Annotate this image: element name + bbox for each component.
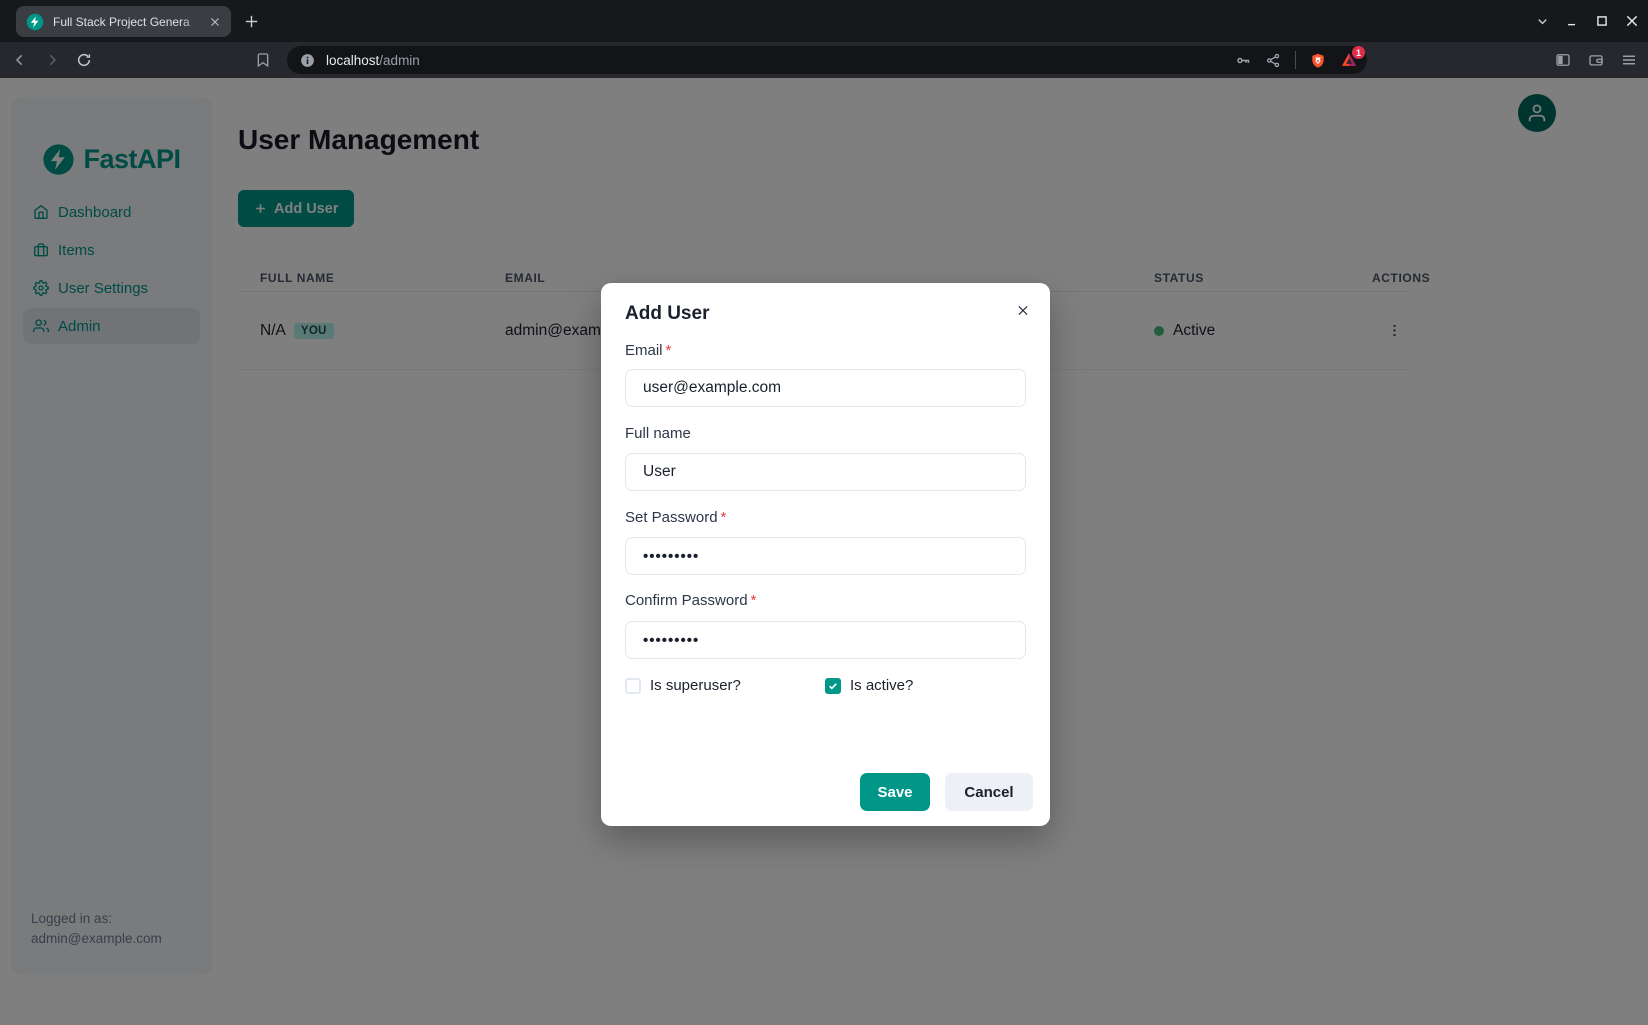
maximize-button[interactable]	[1594, 13, 1610, 29]
checkbox-row: Is superuser? Is active?	[625, 677, 1025, 694]
page-viewport: FastAPI Dashboard Items	[0, 78, 1648, 1025]
new-tab-button[interactable]	[243, 13, 260, 30]
site-info-icon[interactable]	[299, 52, 316, 69]
sidebar-panel-icon[interactable]	[1554, 51, 1572, 69]
is-superuser-checkbox[interactable]: Is superuser?	[625, 677, 825, 694]
is-active-label: Is active?	[850, 677, 913, 694]
url-text: localhost/admin	[326, 53, 420, 68]
minimize-button[interactable]	[1564, 13, 1580, 29]
save-button[interactable]: Save	[860, 773, 930, 811]
url-path: /admin	[379, 53, 420, 68]
wallet-icon[interactable]	[1587, 51, 1605, 69]
key-icon[interactable]	[1235, 52, 1252, 69]
confirm-password-field[interactable]	[625, 621, 1026, 659]
reload-button[interactable]	[76, 52, 92, 68]
url-host: localhost	[326, 53, 379, 68]
check-icon	[828, 681, 838, 691]
confirm-password-label: Confirm Password*	[625, 592, 756, 609]
tab-close-icon[interactable]	[207, 14, 223, 30]
add-user-modal: Add User Email* Full name Set Password* …	[601, 283, 1050, 826]
checkbox-box[interactable]	[825, 678, 841, 694]
email-label: Email*	[625, 342, 671, 359]
browser-tab[interactable]: Full Stack Project Genera	[16, 6, 231, 37]
set-password-field[interactable]	[625, 537, 1026, 575]
window-controls	[1534, 0, 1648, 42]
required-asterisk: *	[751, 592, 757, 609]
back-button[interactable]	[12, 52, 28, 68]
modal-close-icon[interactable]	[1010, 297, 1036, 323]
is-superuser-label: Is superuser?	[650, 677, 741, 694]
is-active-checkbox[interactable]: Is active?	[825, 677, 1025, 694]
close-window-button[interactable]	[1624, 13, 1640, 29]
full-name-label: Full name	[625, 425, 691, 442]
bookmark-icon[interactable]	[255, 52, 271, 68]
modal-title: Add User	[625, 303, 709, 325]
brave-shield-icon[interactable]	[1309, 52, 1326, 69]
url-bar[interactable]: localhost/admin 1	[287, 46, 1367, 74]
full-name-field[interactable]	[625, 453, 1026, 491]
browser-toolbar: localhost/admin 1	[0, 42, 1648, 78]
tab-search-chevron-down-icon[interactable]	[1534, 13, 1550, 29]
required-asterisk: *	[666, 342, 672, 359]
tab-title-fade	[181, 6, 207, 37]
cancel-button[interactable]: Cancel	[945, 773, 1033, 811]
checkbox-box[interactable]	[625, 678, 641, 694]
menu-icon[interactable]	[1620, 51, 1638, 69]
modal-actions: Save Cancel	[860, 773, 1033, 811]
toolbar-divider	[1295, 51, 1296, 69]
share-icon[interactable]	[1265, 52, 1282, 69]
forward-button[interactable]	[44, 52, 60, 68]
fastapi-favicon-icon	[26, 13, 44, 31]
browser-titlebar: Full Stack Project Genera	[0, 0, 1648, 42]
rewards-badge: 1	[1352, 46, 1365, 59]
set-password-label: Set Password*	[625, 509, 726, 526]
email-field[interactable]	[625, 369, 1026, 407]
brave-rewards-icon[interactable]: 1	[1339, 50, 1359, 70]
browser-window: Full Stack Project Genera	[0, 0, 1648, 1025]
required-asterisk: *	[721, 509, 727, 526]
toolbar-right-icons	[1554, 42, 1648, 78]
